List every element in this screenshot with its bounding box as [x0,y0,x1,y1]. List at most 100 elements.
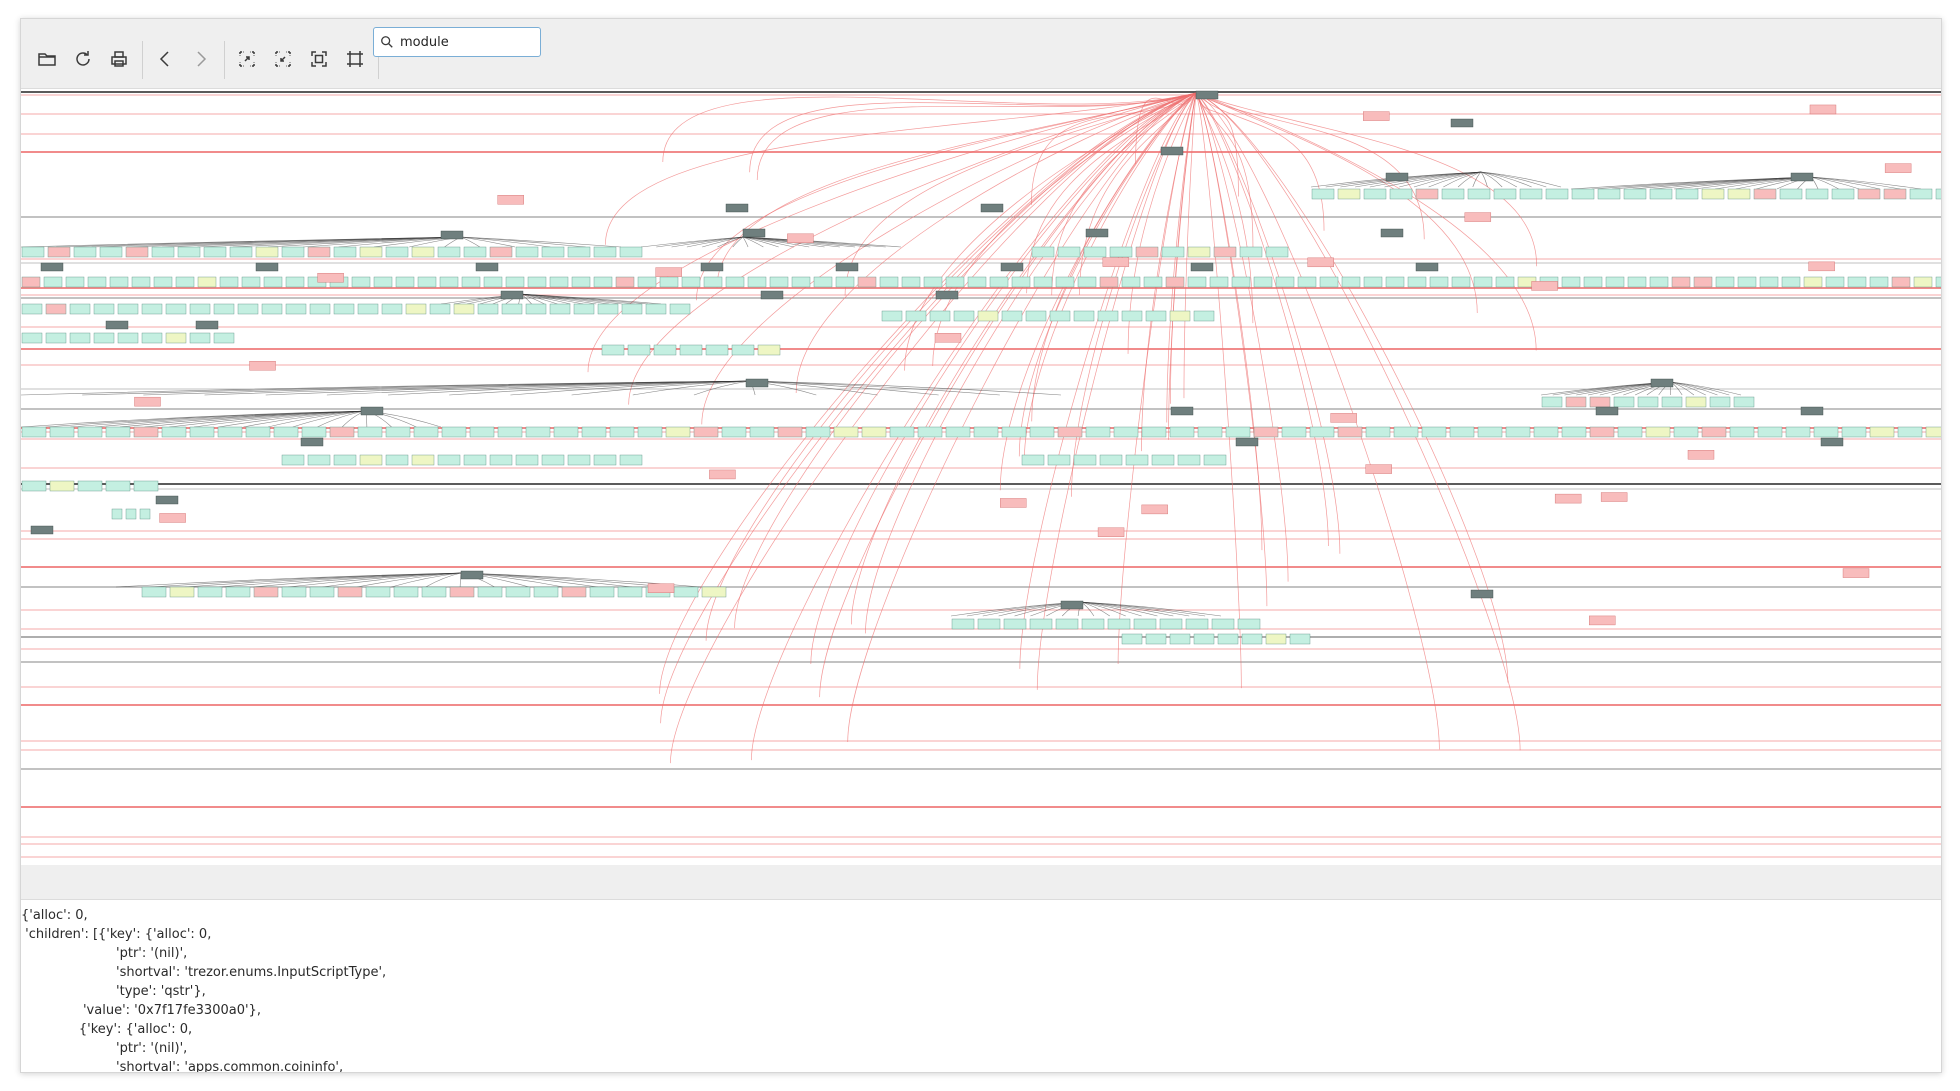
graph-node [245,426,271,438]
graph-node [1627,276,1647,288]
graph-node [929,310,951,322]
graph-node [1541,396,1563,408]
search-input[interactable] [400,34,530,50]
back-button[interactable] [149,43,181,75]
graph-node-highlight [1687,450,1715,460]
graph-node [973,426,999,438]
graph-node [705,344,729,356]
graph-node [1057,426,1083,438]
graph-node [1561,426,1587,438]
graph-node [1047,454,1071,466]
graph-edge [810,92,1197,664]
graph-node [1935,276,1941,288]
graph-node [673,586,699,598]
graph-node [309,303,331,315]
toolbar-separator [142,41,143,79]
graph-edge [605,92,1197,245]
graph-node [1495,276,1515,288]
graph-node [681,276,701,288]
graph-edge [756,92,1197,181]
graph-node [1011,276,1031,288]
graph-node [131,276,151,288]
graph-node [977,310,999,322]
graph-edge [1472,171,1482,188]
graph-node [237,303,259,315]
graph-node [1805,188,1829,200]
graph-node-highlight [1307,257,1334,268]
zoom-out-button[interactable] [267,43,299,75]
graph-node [65,276,85,288]
zoom-in-button[interactable] [231,43,263,75]
print-button[interactable] [103,43,135,75]
graph-node [255,246,279,258]
graph-node [1649,188,1673,200]
graph-node [1121,310,1143,322]
graph-node [1613,396,1635,408]
graph-node [1449,426,1475,438]
graph-node [525,426,551,438]
graph-node [1841,426,1867,438]
graph-node [73,246,97,258]
graph-node [1441,188,1465,200]
reload-button[interactable] [67,43,99,75]
graph-node-heading [1190,262,1214,272]
graph-node [1909,188,1933,200]
graph-node [1477,426,1503,438]
zoom-fit-button[interactable] [303,43,335,75]
forward-button[interactable] [185,43,217,75]
graph-node [1337,426,1363,438]
object-details-text: {'alloc': 0, 'children': [{'key': {'allo… [21,908,387,1073]
graph-node [219,276,239,288]
folder-open-icon [38,53,56,66]
graph-node [581,426,607,438]
graph-node [373,276,393,288]
graph-node-heading [155,495,179,505]
graph-node [429,303,451,315]
search-box[interactable] [373,27,541,57]
graph-node [1145,633,1167,645]
graph-node [515,454,539,466]
open-button[interactable] [31,43,63,75]
graph-node-highlight [1141,504,1168,515]
graph-node [1055,618,1079,630]
graph-node [439,276,459,288]
graph-node [1897,426,1923,438]
graph-node [77,426,103,438]
graph-edge [1195,92,1242,689]
graph-node [659,276,679,288]
graph-node [411,454,435,466]
graph-node [881,310,903,322]
graph-node [1847,276,1867,288]
pane-splitter[interactable] [21,865,1941,899]
graph-node [93,332,115,344]
graph-node [1281,426,1307,438]
graph-node [405,303,427,315]
graph-node [1589,396,1611,408]
graph-node [1709,396,1731,408]
graph-node-highlight [1000,498,1027,508]
graph-node [1869,276,1889,288]
graph-node [721,426,747,438]
graph-node [105,480,131,492]
print-icon [111,51,127,67]
object-graph[interactable] [21,89,1941,866]
graph-node [1187,246,1211,258]
graph-node [703,276,723,288]
graph-node [1407,276,1427,288]
graph-node [621,303,643,315]
graph-node [609,426,635,438]
graph-node-heading [360,406,384,416]
graph-node [945,276,965,288]
graph-node [951,618,975,630]
graph-node [835,276,855,288]
graph-node [501,303,523,315]
graph-node-heading [980,203,1004,213]
graph-node [125,508,137,520]
graph-node [923,276,943,288]
zoom-100-button[interactable] [339,43,371,75]
graph-edge [734,92,1197,629]
graph-node [1385,276,1405,288]
details-pane[interactable]: {'alloc': 0, 'children': [{'key': {'allo… [21,899,1941,1073]
graph-canvas[interactable] [21,88,1941,867]
graph-node [261,303,283,315]
